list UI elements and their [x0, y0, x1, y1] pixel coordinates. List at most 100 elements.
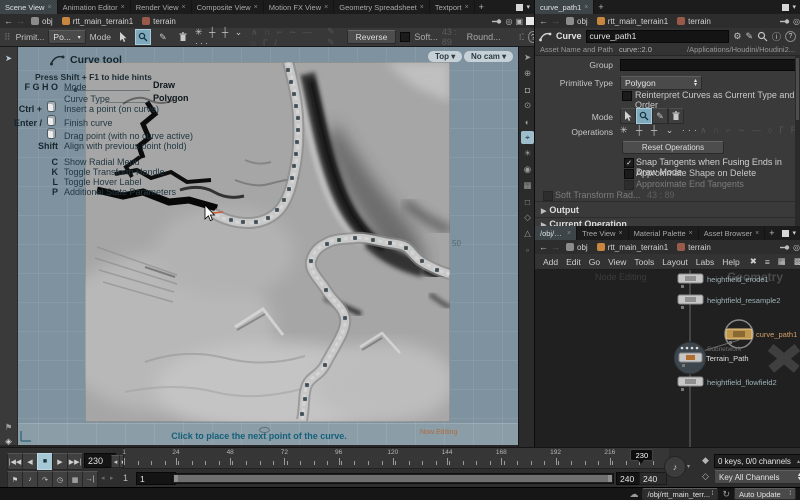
recook-icon[interactable]: ↻	[722, 489, 730, 500]
node-label[interactable]: heightfield_flowfield2	[707, 378, 777, 387]
play-reverse-button[interactable]: ◀	[22, 453, 38, 470]
breadcrumb-root[interactable]: obj	[563, 17, 591, 26]
context-path-dropdown[interactable]: /obj/rtt_main_terr... ⁞	[642, 488, 719, 500]
breadcrumb-root[interactable]: obj	[28, 17, 56, 26]
reset-operations-button[interactable]: Reset Operations	[622, 141, 724, 154]
node-name-input[interactable]: curve_path1	[585, 29, 730, 43]
help-icon[interactable]: ?	[785, 30, 796, 42]
menu-help[interactable]: Help	[722, 257, 739, 267]
grid-toggle-icon[interactable]: ▦	[521, 179, 534, 192]
keys-info-field[interactable]: 0 keys, 0/0 channels ▴	[714, 454, 800, 468]
highlight-icon[interactable]: ◉	[521, 163, 534, 176]
frame-icon[interactable]: □	[521, 195, 534, 208]
view-orientation-pill[interactable]: Top ▾	[428, 51, 463, 62]
close-icon[interactable]: ×	[618, 230, 622, 237]
camera-pill[interactable]: No cam ▾	[464, 51, 514, 62]
close-icon[interactable]: ×	[182, 4, 186, 11]
link-icon[interactable]: ◎	[793, 243, 800, 252]
mode-draw-icon[interactable]	[636, 108, 652, 124]
operation-icons[interactable]: ✳ ┼ ┼ ⌄ ···	[195, 27, 247, 48]
breadcrumb-node[interactable]: terrain	[674, 243, 714, 252]
snap-tangents-checkbox[interactable]: ✓	[624, 158, 634, 168]
approx-shape-checkbox[interactable]	[624, 169, 634, 179]
breadcrumb-node[interactable]: terrain	[139, 17, 179, 26]
pane-menu-icon[interactable]: ▾	[526, 3, 530, 11]
mode-select-icon[interactable]	[620, 108, 636, 124]
tab-material-palette[interactable]: Material Palette ×	[629, 226, 699, 240]
node-label[interactable]: Terrain_Path	[706, 354, 749, 363]
grid-solid-icon[interactable]: ▦	[778, 256, 786, 267]
tools-icon[interactable]: ✖	[750, 256, 757, 267]
list-view-icon[interactable]: ≡	[765, 257, 770, 267]
pin-icon[interactable]	[780, 243, 790, 252]
tab-network-editor[interactable]: /obj/rtt_main_terrain1/te...×	[535, 226, 578, 240]
realtime-toggle-icon[interactable]: ↷	[37, 471, 53, 488]
key-scope-icon[interactable]: ◇	[702, 471, 709, 482]
mode-delete-icon[interactable]	[668, 108, 684, 124]
grid-icon[interactable]: ▩	[794, 256, 800, 267]
back-icon[interactable]: ←	[539, 16, 548, 26]
range-slider[interactable]	[172, 473, 614, 484]
play-button[interactable]: ▶	[52, 453, 68, 470]
breadcrumb-node[interactable]: terrain	[674, 17, 714, 26]
soft-checkbox[interactable]	[400, 32, 411, 42]
dope-sheet-icon[interactable]: ▦	[67, 471, 83, 488]
draw-tool-icon[interactable]	[134, 29, 151, 45]
breadcrumb-root[interactable]: obj	[563, 243, 591, 252]
close-icon[interactable]: ×	[567, 230, 571, 237]
shade-icon[interactable]: ◐	[521, 115, 534, 128]
tab-scene-view[interactable]: Scene View ×	[0, 0, 58, 14]
tab-geometry-spreadsheet[interactable]: Geometry Spreadsheet ×	[334, 0, 430, 14]
new-tab-button[interactable]: +	[765, 226, 778, 240]
breadcrumb-network[interactable]: rtt_main_terrain1	[594, 243, 671, 252]
gear-icon[interactable]: ⚙	[733, 31, 741, 42]
network-canvas[interactable]: Node Editing Geometry heightfield_erode1…	[535, 270, 800, 447]
lock-icon[interactable]: ◘	[521, 83, 534, 96]
close-icon[interactable]: ×	[47, 4, 51, 11]
close-icon[interactable]: ×	[755, 230, 759, 237]
timeline-ruler[interactable]: 1 24 48 72 96 120 144 168 192 216 230	[122, 448, 669, 469]
pane-menu-icon[interactable]: ▾	[792, 229, 796, 237]
reinterpret-checkbox[interactable]	[622, 91, 632, 101]
type-slider[interactable]	[105, 102, 150, 103]
close-icon[interactable]: ×	[584, 4, 588, 11]
snap-icon[interactable]: ⊕	[521, 67, 534, 80]
pen-tool-icon[interactable]: ✎	[155, 29, 171, 45]
operations-icons[interactable]: ✳ ┼ ┼ ⌄ ···	[620, 125, 700, 136]
node-label[interactable]: curve_path1	[756, 330, 797, 339]
view-zoom-icon[interactable]: ⌖	[521, 131, 534, 144]
key-all-channels-dropdown[interactable]: Key All Channels ▴ ▾	[714, 470, 800, 484]
tab-curve-path1[interactable]: curve_path1 ×	[535, 0, 595, 14]
sort-icon[interactable]: ⁝⁚	[519, 32, 525, 43]
shade-mode-icon[interactable]: ▣	[515, 17, 523, 26]
clock-icon[interactable]: ◷	[52, 471, 68, 488]
tab-composite-view[interactable]: Composite View ×	[192, 0, 264, 14]
pane-menu-icon[interactable]: ▾	[792, 3, 796, 11]
close-icon[interactable]: ×	[420, 4, 424, 11]
menu-labs[interactable]: Labs	[696, 257, 714, 267]
camera-view-icon[interactable]: ◎	[505, 17, 512, 26]
close-icon[interactable]: ×	[324, 4, 328, 11]
audio-options-caret[interactable]: ▾	[687, 463, 690, 470]
magnifier-icon[interactable]	[757, 31, 768, 42]
jump-start-button[interactable]: |◀◀	[7, 453, 23, 470]
info-icon[interactable]: ⓘ	[772, 30, 781, 43]
breadcrumb-network[interactable]: rtt_main_terrain1	[59, 17, 136, 26]
points-dropdown[interactable]: Po... ▾	[48, 30, 86, 44]
params-scrollbar[interactable]	[795, 56, 800, 226]
close-icon[interactable]: ×	[121, 4, 125, 11]
primitive-type-dropdown[interactable]: Polygon ▴ ▾	[620, 76, 702, 90]
link-icon[interactable]: ◎	[793, 17, 800, 26]
select-mode-icon[interactable]: ➤	[521, 51, 534, 64]
cook-mode-icon[interactable]: ☁	[629, 489, 638, 500]
select-tool-icon[interactable]	[115, 29, 131, 45]
toolbar-grip[interactable]: ⠿	[4, 32, 12, 43]
menu-edit[interactable]: Edit	[566, 257, 581, 267]
new-tab-button[interactable]: +	[594, 0, 607, 14]
lookat-icon[interactable]: ⊙	[521, 99, 534, 112]
close-icon[interactable]: ×	[465, 4, 469, 11]
mode-pen-icon[interactable]: ✎	[652, 108, 668, 124]
menu-layout[interactable]: Layout	[662, 257, 688, 267]
pane-maximize-icon[interactable]	[782, 3, 790, 11]
delete-tool-icon[interactable]	[175, 29, 191, 45]
